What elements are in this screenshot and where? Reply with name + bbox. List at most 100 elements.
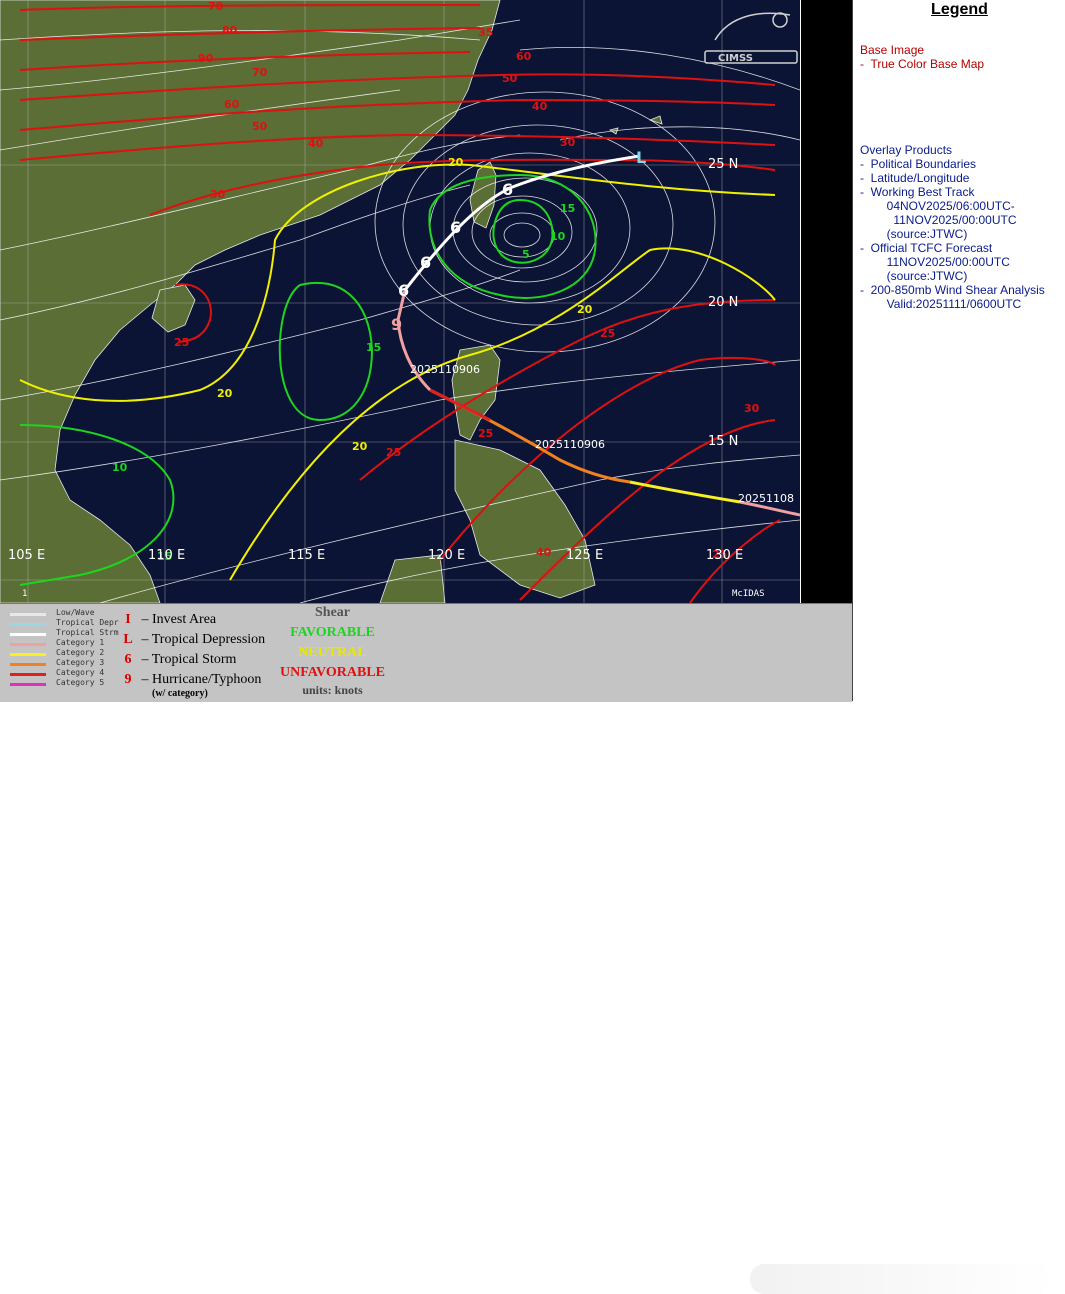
base-image-heading: Base Image (860, 43, 925, 57)
depression-icon: L (123, 632, 133, 647)
frame-number: 1 (22, 589, 28, 599)
typhoon-icon: 9 (124, 672, 132, 687)
symbol-label: – Invest Area (141, 612, 217, 627)
lon-label: 115 E (288, 548, 325, 563)
shear-label: 50 (252, 120, 268, 133)
symbol-row-ts: 6 – Tropical Storm (118, 652, 237, 672)
track-type-label: Category 3 (56, 658, 105, 667)
bottom-legend: Low/Wave Tropical Depr Tropical Strm Cat… (0, 603, 1055, 1294)
shear-label: 40 (536, 546, 552, 559)
overlay-heading: Overlay Products (860, 143, 953, 157)
shear-label: 20 (217, 387, 233, 400)
overlay-item: 11NOV2025/00:00UTC (860, 255, 1010, 269)
lon-label: 125 E (566, 548, 603, 563)
track-date: 20251108 (738, 492, 794, 505)
units-label: units: knots (302, 683, 363, 697)
shear-label: 10 (550, 230, 566, 243)
track-swatch (10, 673, 46, 676)
legend-title: Legend (931, 1, 988, 18)
track-date: 2025110906 (535, 438, 605, 451)
lon-label: 120 E (428, 548, 465, 563)
overlay-item: - Latitude/Longitude (860, 171, 970, 185)
ts-symbol: 6 (502, 180, 513, 199)
symbol-row-td: L – Tropical Depression (118, 632, 265, 652)
shear-label: 30 (744, 402, 760, 415)
lon-label: 105 E (8, 548, 45, 563)
shear-label: 25 (174, 336, 189, 349)
shear-label: 30 (560, 136, 576, 149)
base-image-item: - True Color Base Map (860, 57, 985, 71)
track-type-label: Category 1 (56, 638, 105, 647)
track-type-label: Tropical Depr (56, 618, 119, 627)
map-side-bar (800, 0, 853, 603)
track-swatch (10, 633, 46, 636)
lon-label: 130 E (706, 548, 743, 563)
ts-symbol: 6 (420, 253, 431, 272)
td-symbol: L (636, 148, 646, 167)
cimss-logo: CIMSS (704, 12, 798, 64)
shear-label: 20 (448, 156, 464, 169)
track-cat2 (629, 480, 741, 504)
shear-label: 30 (210, 188, 226, 201)
symbol-note: (w/ category) (152, 688, 208, 699)
legend-panel: Legend Base Image - True Color Base Map … (852, 0, 1065, 701)
lat-label: 20 N (708, 295, 738, 310)
shear-label: 20 (577, 303, 593, 316)
track-date: 2025110906 (410, 363, 480, 376)
track-type-label: Category 4 (56, 668, 105, 677)
watermark-overlay (750, 1264, 1055, 1294)
neutral-label: NEUTRAL (298, 645, 367, 660)
shear-label: 25 (600, 327, 615, 340)
shear-label: 5 (522, 248, 530, 261)
shear-label: 40 (308, 137, 324, 150)
track-type-label: Category 5 (56, 678, 105, 687)
overlay-item: 11NOV2025/00:00UTC (860, 213, 1017, 227)
symbol-row-invest: I – Invest Area (118, 612, 216, 632)
ryukyu-islands (609, 115, 663, 135)
overlay-item: - Working Best Track (860, 185, 975, 199)
overlay-item: 04NOV2025/06:00UTC- (860, 199, 1015, 213)
overlay-item: (source:JTWC) (860, 227, 968, 241)
overlay-item: - Political Boundaries (860, 157, 977, 171)
lat-label: 25 N (708, 157, 738, 172)
overlay-item: - Official TCFC Forecast (860, 241, 993, 255)
land-layer (0, 0, 663, 603)
shear-label: 10 (112, 461, 128, 474)
unfavorable-label: UNFAVORABLE (280, 665, 385, 680)
shear-label: 60 (516, 50, 532, 63)
symbol-label: – Tropical Depression (141, 632, 266, 647)
shear-label: 15 (366, 341, 381, 354)
track-swatch (10, 653, 46, 656)
track-swatch (10, 683, 46, 686)
lat-label: 15 N (708, 434, 738, 449)
shear-label: 50 (502, 72, 518, 85)
symbol-label: – Tropical Storm (141, 652, 237, 667)
shear-label: 60 (224, 98, 240, 111)
map-svg: L 6 6 6 6 9 70 80 90 70 60 50 30 40 25 3… (0, 0, 800, 603)
taiwan-island (469, 161, 497, 229)
contour-red (359, 299, 776, 481)
storm-icon: 6 (124, 652, 132, 667)
contour-green (278, 281, 374, 422)
shear-label: 25 (478, 427, 493, 440)
overlay-item: Valid:20251111/0600UTC (860, 297, 1022, 311)
track-swatch (10, 643, 46, 646)
satellite-map: L 6 6 6 6 9 70 80 90 70 60 50 30 40 25 3… (0, 0, 800, 603)
overlay-item: (source:JTWC) (860, 269, 968, 283)
typhoon-symbol: 9 (391, 315, 402, 334)
shear-label: 70 (208, 0, 224, 13)
lon-label: 110 E (148, 548, 185, 563)
shear-label: 25 (386, 446, 401, 459)
track-swatch (10, 623, 46, 626)
shear-label: 80 (222, 24, 238, 37)
china-landmass (0, 0, 501, 603)
svg-text:CIMSS: CIMSS (718, 53, 753, 64)
shear-label: 35 (478, 26, 493, 39)
track-type-label: Category 2 (56, 648, 105, 657)
track-swatch (10, 613, 46, 616)
overlay-item: - 200-850mb Wind Shear Analysis (860, 283, 1045, 297)
shear-label: 15 (560, 202, 575, 215)
invest-icon: I (125, 612, 131, 627)
shear-title: Shear (315, 605, 350, 620)
shear-label: 40 (532, 100, 548, 113)
